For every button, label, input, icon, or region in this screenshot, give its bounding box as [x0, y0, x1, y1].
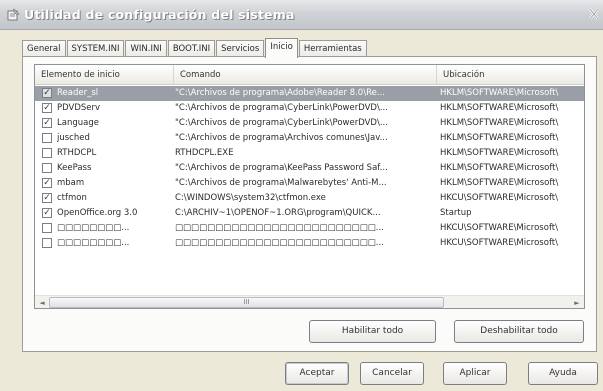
tab-herramientas[interactable]: Herramientas	[298, 40, 367, 57]
item-location: HKLM\SOFTWARE\Microsoft\	[440, 103, 559, 113]
item-command: □□□□□□□□□□□□□□□□□□□□□□□□□...	[175, 223, 384, 233]
item-name: OpenOffice.org 3.0	[57, 208, 138, 218]
row-checkbox[interactable]: ✓	[42, 118, 52, 128]
list-item[interactable]: □□□□□□□□... □□□□□□□□□□□□□□□□□□□□□□□□□... H…	[35, 236, 584, 251]
item-name: □□□□□□□□...	[57, 223, 130, 233]
window-title: Utilidad de configuración del sistema	[24, 7, 295, 22]
item-location: Startup	[440, 208, 472, 218]
list-item[interactable]: □□□□□□□□... □□□□□□□□□□□□□□□□□□□□□□□□□... H…	[35, 221, 584, 236]
item-name: Language	[57, 118, 99, 128]
row-checkbox[interactable]: ✓	[42, 193, 52, 203]
row-checkbox[interactable]: ✓	[42, 103, 52, 113]
scroll-left-arrow-icon[interactable]: ◄	[37, 298, 47, 308]
list-item[interactable]: ✓ Language "C:\Archivos de programa\CyberL…	[35, 116, 584, 131]
row-checkbox[interactable]	[42, 238, 52, 248]
item-command: RTHDCPL.EXE	[175, 148, 234, 158]
horizontal-scrollbar[interactable]: ◄ III ►	[35, 295, 584, 308]
item-location: HKLM\SOFTWARE\Microsoft\	[440, 88, 559, 98]
close-icon[interactable]	[588, 7, 600, 21]
item-location: HKLM\SOFTWARE\Microsoft\	[440, 178, 559, 188]
row-checkbox[interactable]	[42, 148, 52, 158]
item-location: HKLM\SOFTWARE\Microsoft\	[440, 148, 559, 158]
list-item[interactable]: jusched "C:\Archivos de programa\Archivos…	[35, 131, 584, 146]
list-item[interactable]: RTHDCPL RTHDCPL.EXE HKLM\SOFTWARE\Microsof…	[35, 146, 584, 161]
item-command: "C:\Archivos de programa\Archivos comune…	[175, 133, 388, 143]
column-header-item[interactable]: Elemento de inicio	[35, 65, 174, 85]
item-command: "C:\Archivos de programa\Malwarebytes' A…	[175, 178, 387, 188]
column-header-location[interactable]: Ubicación	[437, 65, 584, 85]
tab-general[interactable]: General	[22, 40, 66, 57]
item-command: "C:\Archivos de programa\Adobe\Reader 8.…	[175, 88, 385, 98]
item-name: KeePass	[57, 163, 92, 173]
tab-inicio[interactable]: Inicio	[265, 38, 298, 58]
item-name: mbam	[57, 178, 85, 188]
item-command: "C:\Archivos de programa\CyberLink\Power…	[175, 103, 388, 113]
item-location: HKCU\SOFTWARE\Microsoft\	[440, 193, 558, 203]
row-checkbox[interactable]	[42, 163, 52, 173]
item-name: □□□□□□□□...	[57, 238, 130, 248]
item-command: C:\WINDOWS\system32\ctfmon.exe	[175, 193, 326, 203]
scroll-right-arrow-icon[interactable]: ►	[572, 298, 582, 308]
item-location: HKLM\SOFTWARE\Microsoft\	[440, 118, 559, 128]
cancel-button[interactable]: Cancelar	[360, 362, 424, 385]
apply-button[interactable]: Aplicar	[443, 362, 507, 385]
item-command: "C:\Archivos de programa\CyberLink\Power…	[175, 118, 388, 128]
ok-button[interactable]: Aceptar	[285, 362, 349, 385]
msconfig-icon	[6, 7, 20, 22]
row-checkbox[interactable]: ✓	[42, 208, 52, 218]
item-location: HKLM\SOFTWARE\Microsoft\	[440, 163, 559, 173]
item-name: ctfmon	[57, 193, 87, 203]
column-header-command[interactable]: Comando	[174, 65, 437, 85]
row-checkbox[interactable]	[42, 223, 52, 233]
title-bar: Utilidad de configuración del sistema	[0, 0, 603, 30]
item-command: C:\ARCHIV~1\OPENOF~1.ORG\program\QUICK..…	[175, 208, 381, 218]
item-name: Reader_sl	[57, 88, 99, 98]
scroll-thumb[interactable]: III	[49, 297, 444, 308]
tab-win-ini[interactable]: WIN.INI	[125, 40, 167, 57]
tab-servicios[interactable]: Servicios	[216, 40, 265, 57]
item-command: "C:\Archivos de programa\KeePass Passwor…	[175, 163, 388, 173]
list-header: Elemento de inicio Comando Ubicación	[35, 65, 584, 85]
list-item[interactable]: ✓ Reader_sl "C:\Archivos de programa\Adobe…	[35, 86, 584, 101]
list-item[interactable]: ✓ PDVDServ "C:\Archivos de programa\CyberL…	[35, 101, 584, 116]
row-checkbox[interactable]	[42, 133, 52, 143]
list-item[interactable]: ✓ OpenOffice.org 3.0 C:\ARCHIV~1\OPENOF~1.…	[35, 206, 584, 221]
tab-strip: General SYSTEM.INI WIN.INI BOOT.INI Serv…	[22, 38, 368, 58]
item-command: □□□□□□□□□□□□□□□□□□□□□□□□□...	[175, 238, 384, 248]
item-location: HKCU\SOFTWARE\Microsoft\	[440, 223, 558, 233]
row-checkbox[interactable]: ✓	[42, 88, 52, 98]
startup-list[interactable]: Elemento de inicio Comando Ubicación ✓ Re…	[34, 64, 585, 309]
item-location: HKCU\SOFTWARE\Microsoft\	[440, 238, 558, 248]
list-item[interactable]: ✓ mbam "C:\Archivos de programa\Malwarebyt…	[35, 176, 584, 191]
item-name: jusched	[57, 133, 90, 143]
item-name: RTHDCPL	[57, 148, 97, 158]
enable-all-button[interactable]: Habilitar todo	[309, 320, 436, 343]
tab-system-ini[interactable]: SYSTEM.INI	[66, 40, 125, 57]
tab-boot-ini[interactable]: BOOT.INI	[167, 40, 216, 57]
item-name: PDVDServ	[57, 103, 101, 113]
list-item[interactable]: ✓ ctfmon C:\WINDOWS\system32\ctfmon.exe HKC…	[35, 191, 584, 206]
list-item[interactable]: KeePass "C:\Archivos de programa\KeePass …	[35, 161, 584, 176]
row-checkbox[interactable]: ✓	[42, 178, 52, 188]
help-button[interactable]: Ayuda	[528, 362, 598, 385]
item-location: HKLM\SOFTWARE\Microsoft\	[440, 133, 559, 143]
disable-all-button[interactable]: Deshabilitar todo	[454, 320, 584, 343]
